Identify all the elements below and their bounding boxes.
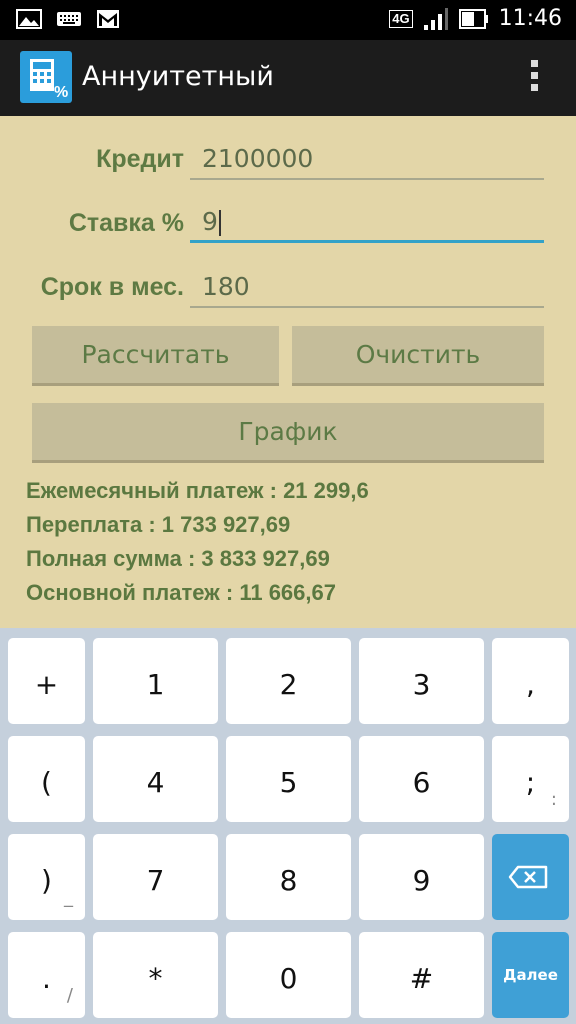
- keyboard-icon: [57, 12, 81, 26]
- rate-input[interactable]: 9: [190, 203, 544, 243]
- key-label: #: [409, 962, 434, 995]
- key-label: 9: [412, 864, 431, 897]
- signal-icon: [423, 7, 448, 30]
- key-label: 1: [146, 668, 165, 701]
- key-label: 4: [146, 766, 165, 799]
- key-9[interactable]: 9: [359, 834, 484, 920]
- key-label: 5: [279, 766, 298, 799]
- key-label: 8: [279, 864, 298, 897]
- credit-input-value: 2100000: [202, 144, 314, 173]
- key-label: ;: [525, 766, 536, 799]
- system-icons: 4G 11:46: [389, 6, 562, 31]
- calculate-button[interactable]: Рассчитать: [32, 326, 279, 386]
- key-label: ): [41, 864, 52, 897]
- app-title: Аннуитетный: [82, 61, 274, 92]
- key-label: 3: [412, 668, 431, 701]
- term-label: Срок в мес.: [40, 273, 184, 301]
- key-0[interactable]: 0: [226, 932, 351, 1018]
- key-label: Далее: [503, 966, 558, 984]
- key-comma[interactable]: ,: [492, 638, 569, 724]
- credit-label: Кредит: [96, 145, 184, 173]
- key-2[interactable]: 2: [226, 638, 351, 724]
- overflow-menu-icon[interactable]: [530, 60, 540, 96]
- svg-text:%: %: [54, 84, 68, 101]
- clear-button[interactable]: Очистить: [292, 326, 544, 386]
- key-asterisk[interactable]: *: [93, 932, 218, 1018]
- key-open-paren[interactable]: (: [8, 736, 85, 822]
- gallery-icon: [16, 9, 42, 29]
- key-label: .: [42, 962, 51, 995]
- clock: 11:46: [498, 6, 562, 31]
- action-bar: % Аннуитетный: [0, 40, 576, 116]
- term-input-value: 180: [202, 272, 250, 301]
- term-input[interactable]: 180: [190, 268, 544, 308]
- rate-label: Ставка %: [68, 209, 184, 237]
- principal-payment-result: Основной платеж : 11 666,67: [26, 580, 336, 605]
- key-label: 7: [146, 864, 165, 897]
- key-label: 2: [279, 668, 298, 701]
- key-label: 0: [279, 962, 298, 995]
- key-label: *: [148, 962, 163, 995]
- notification-icons: [16, 9, 120, 29]
- backspace-icon: [508, 865, 548, 889]
- status-bar: 4G 11:46: [0, 0, 576, 40]
- key-label: ,: [526, 668, 535, 701]
- key-close-paren[interactable]: ) _: [8, 834, 85, 920]
- key-hint: /: [66, 985, 73, 1006]
- calculator-icon: %: [20, 51, 72, 103]
- key-5[interactable]: 5: [226, 736, 351, 822]
- key-period[interactable]: . /: [8, 932, 85, 1018]
- key-4[interactable]: 4: [93, 736, 218, 822]
- battery-icon: [458, 8, 488, 29]
- key-hint: :: [550, 789, 557, 810]
- key-6[interactable]: 6: [359, 736, 484, 822]
- network-type-badge: 4G: [389, 9, 413, 28]
- key-8[interactable]: 8: [226, 834, 351, 920]
- text-cursor: [218, 210, 221, 236]
- key-next[interactable]: Далее: [492, 932, 569, 1018]
- overpayment-result: Переплата : 1 733 927,69: [26, 512, 291, 537]
- monthly-payment-result: Ежемесячный платеж : 21 299,6: [26, 478, 369, 503]
- total-sum-result: Полная сумма : 3 833 927,69: [26, 546, 330, 571]
- key-label: +: [34, 668, 59, 701]
- key-plus[interactable]: +: [8, 638, 85, 724]
- key-hash[interactable]: #: [359, 932, 484, 1018]
- key-7[interactable]: 7: [93, 834, 218, 920]
- numeric-keyboard: + 1 2 3 , ( 4 5 6 ;: ) _ 7 8 9 . / * 0 # Д…: [0, 628, 576, 1024]
- key-label: 6: [412, 766, 431, 799]
- key-semicolon[interactable]: ;:: [492, 736, 569, 822]
- key-backspace[interactable]: [492, 834, 569, 920]
- gmail-icon: [97, 10, 119, 28]
- key-label: (: [41, 766, 52, 799]
- credit-input[interactable]: 2100000: [190, 140, 544, 180]
- key-3[interactable]: 3: [359, 638, 484, 724]
- rate-input-value: 9: [202, 207, 218, 236]
- key-hint: _: [64, 887, 73, 908]
- key-1[interactable]: 1: [93, 638, 218, 724]
- schedule-button[interactable]: График: [32, 403, 544, 463]
